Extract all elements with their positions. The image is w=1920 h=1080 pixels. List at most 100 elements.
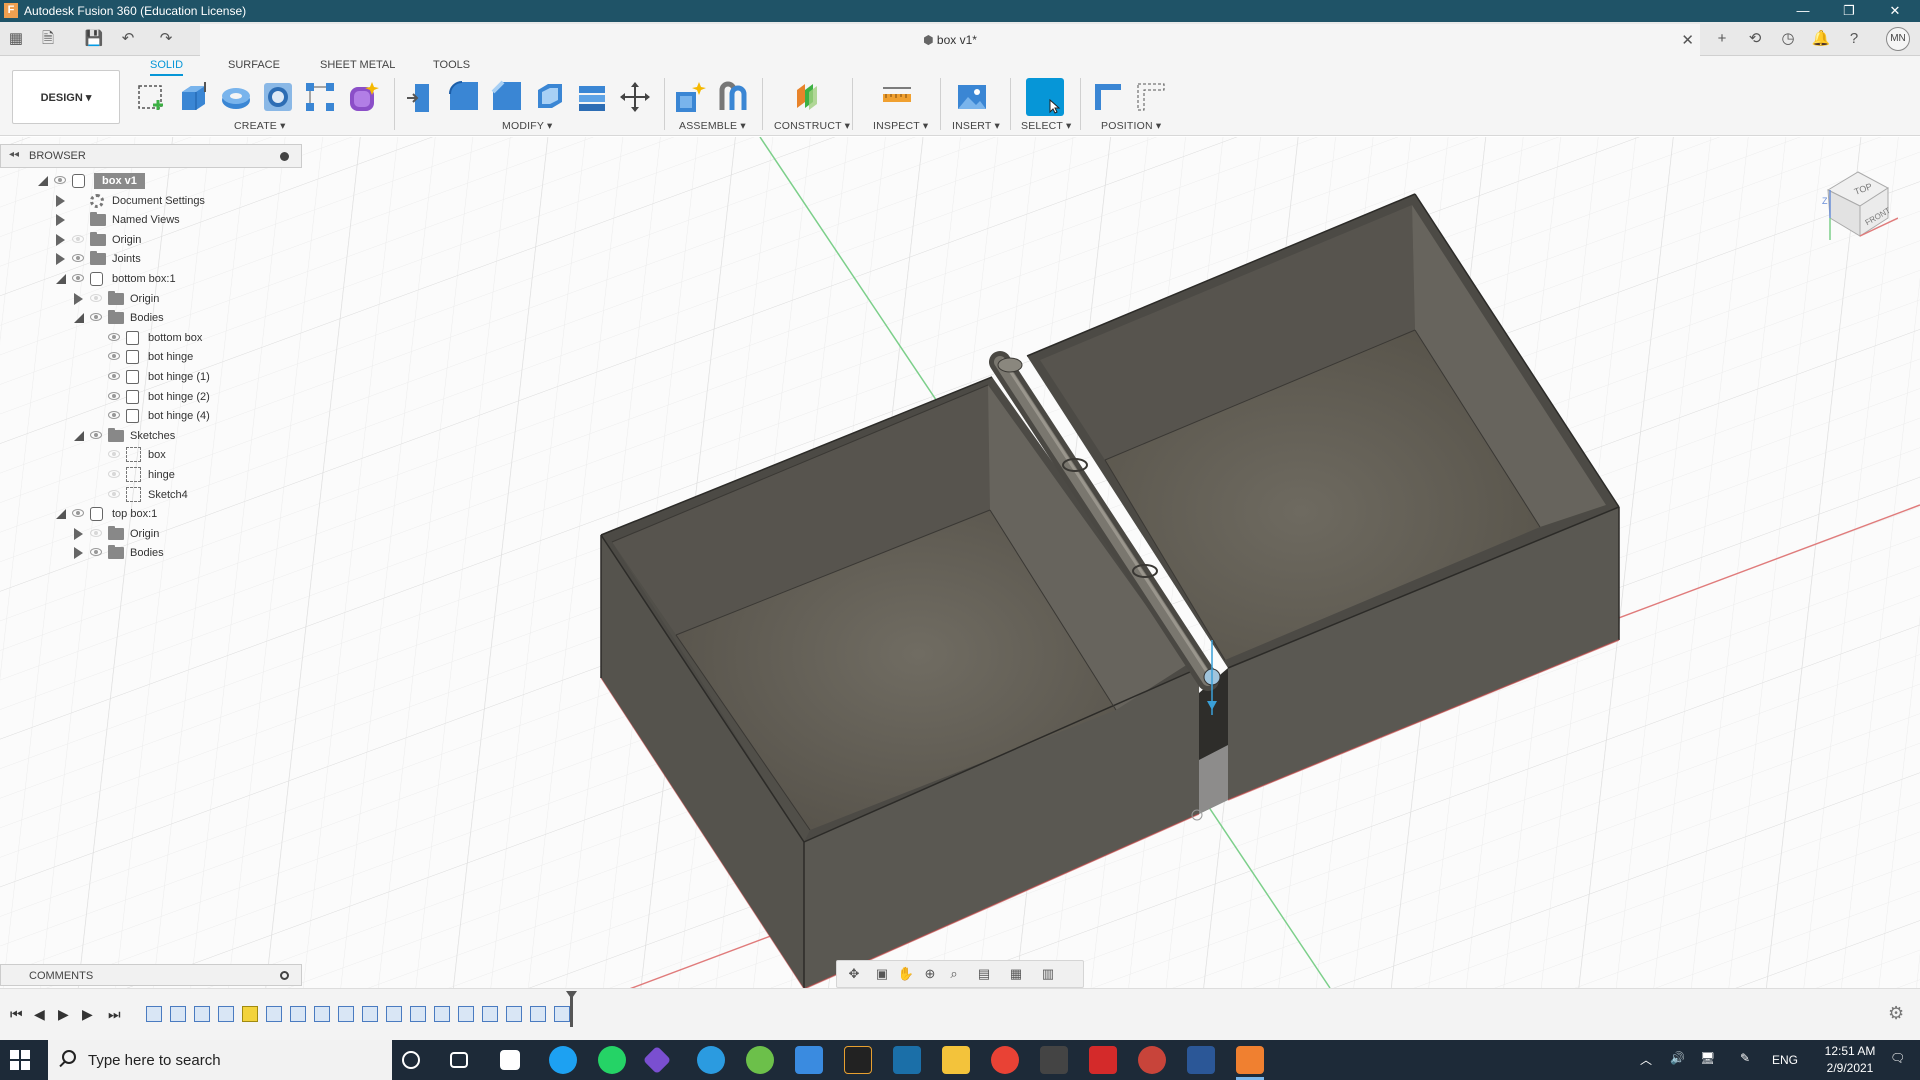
grid-settings-icon[interactable]: ▦ bbox=[1007, 966, 1025, 982]
file-explorer-icon[interactable] bbox=[942, 1046, 970, 1074]
modify-group-label[interactable]: MODIFY ▾ bbox=[502, 120, 552, 132]
assemble-group-label[interactable]: ASSEMBLE ▾ bbox=[679, 120, 746, 132]
visibility-eye-icon[interactable] bbox=[72, 274, 84, 282]
timeline-feature-icon[interactable] bbox=[482, 1006, 498, 1022]
position-group-label[interactable]: POSITION ▾ bbox=[1101, 120, 1161, 132]
task-view-icon[interactable] bbox=[450, 1052, 468, 1068]
zoom-icon[interactable]: ⊕ bbox=[921, 966, 939, 982]
add-comment-icon[interactable] bbox=[280, 971, 289, 980]
browser-item[interactable]: Sketch4 bbox=[0, 485, 300, 505]
whatsapp-icon[interactable] bbox=[598, 1046, 626, 1074]
browser-item[interactable]: top box:1 bbox=[0, 504, 300, 524]
select-icon[interactable] bbox=[1026, 78, 1064, 116]
timeline-marker[interactable] bbox=[570, 995, 573, 1027]
pen-icon[interactable]: ✎ bbox=[1740, 1051, 1750, 1065]
app-icon[interactable] bbox=[642, 1045, 672, 1075]
browser-item[interactable]: Document Settings bbox=[0, 191, 300, 211]
collapsed-arrow-icon[interactable] bbox=[56, 233, 65, 246]
revolve-icon[interactable] bbox=[219, 80, 253, 114]
browser-item[interactable]: Named Views bbox=[0, 210, 300, 230]
browser-item[interactable]: bot hinge (2) bbox=[0, 387, 300, 407]
timeline-play-icon[interactable]: ▶ bbox=[58, 1006, 69, 1023]
create-group-label[interactable]: CREATE ▾ bbox=[234, 120, 286, 132]
job-status-icon[interactable]: ◷ bbox=[1778, 30, 1798, 48]
timeline-feature-icon[interactable] bbox=[146, 1006, 162, 1022]
workspace-switcher[interactable]: DESIGN ▾ bbox=[12, 70, 120, 124]
select-group-label[interactable]: SELECT ▾ bbox=[1021, 120, 1071, 132]
create-sketch-icon[interactable] bbox=[135, 80, 169, 114]
document-tab[interactable]: ⬢ box v1* ✕ bbox=[200, 24, 1700, 56]
user-avatar[interactable]: MN bbox=[1886, 27, 1910, 51]
browser-item[interactable]: Joints bbox=[0, 249, 300, 269]
insert-group-label[interactable]: INSERT ▾ bbox=[952, 120, 1000, 132]
timeline-feature-icon[interactable] bbox=[338, 1006, 354, 1022]
measure-icon[interactable] bbox=[880, 80, 914, 114]
insert-image-icon[interactable] bbox=[955, 80, 989, 114]
browser-item[interactable]: hinge bbox=[0, 465, 300, 485]
inspect-group-label[interactable]: INSPECT ▾ bbox=[873, 120, 928, 132]
tab-surface[interactable]: SURFACE bbox=[228, 59, 280, 71]
hole-icon[interactable] bbox=[261, 80, 295, 114]
timeline-next-icon[interactable]: ▶ bbox=[82, 1006, 93, 1023]
notifications-icon[interactable]: 🔔 bbox=[1811, 30, 1831, 48]
visibility-eye-icon[interactable] bbox=[90, 528, 102, 537]
mail-icon[interactable] bbox=[795, 1046, 823, 1074]
shell-icon[interactable] bbox=[532, 80, 566, 114]
collapsed-arrow-icon[interactable] bbox=[74, 292, 83, 305]
expanded-arrow-icon[interactable] bbox=[74, 430, 84, 441]
browser-item[interactable]: Origin bbox=[0, 524, 300, 544]
browser-item[interactable]: box v1 bbox=[0, 171, 300, 191]
timeline-feature-icon[interactable] bbox=[290, 1006, 306, 1022]
timeline-feature-icon[interactable] bbox=[434, 1006, 450, 1022]
word-icon[interactable] bbox=[1187, 1046, 1215, 1074]
clock-date[interactable]: 2/9/2021 bbox=[1820, 1061, 1880, 1075]
app-icon[interactable] bbox=[746, 1046, 774, 1074]
visibility-eye-icon[interactable] bbox=[72, 254, 84, 263]
pattern-icon[interactable] bbox=[303, 80, 337, 114]
display-settings-icon[interactable]: ▤ bbox=[975, 966, 993, 982]
timeline-feature-icon[interactable] bbox=[170, 1006, 186, 1022]
file-menu-icon[interactable]: 🗎 bbox=[38, 30, 58, 48]
expanded-arrow-icon[interactable] bbox=[56, 509, 66, 520]
undo-icon[interactable]: ↶ bbox=[118, 30, 138, 48]
visibility-eye-icon[interactable] bbox=[108, 450, 120, 459]
browser-item[interactable]: Sketches bbox=[0, 426, 300, 446]
browser-item[interactable]: Origin bbox=[0, 289, 300, 309]
timeline-feature-icon[interactable] bbox=[554, 1006, 570, 1022]
edge-browser-icon[interactable] bbox=[697, 1046, 725, 1074]
app-icon[interactable] bbox=[1040, 1046, 1068, 1074]
expanded-arrow-icon[interactable] bbox=[38, 176, 48, 186]
tray-overflow-icon[interactable]: ︿ bbox=[1640, 1051, 1652, 1068]
timeline-feature-icon[interactable] bbox=[386, 1006, 402, 1022]
joint-icon[interactable] bbox=[716, 80, 750, 114]
redo-icon[interactable]: ↷ bbox=[156, 30, 176, 48]
browser-item[interactable]: bot hinge bbox=[0, 347, 300, 367]
browser-pin-icon[interactable] bbox=[280, 152, 289, 161]
revert-position-icon[interactable] bbox=[1134, 80, 1168, 114]
tab-sheet-metal[interactable]: SHEET METAL bbox=[320, 59, 395, 71]
timeline-feature-icon[interactable] bbox=[314, 1006, 330, 1022]
construct-group-label[interactable]: CONSTRUCT ▾ bbox=[774, 120, 850, 132]
browser-item[interactable]: bottom box bbox=[0, 328, 300, 348]
browser-item[interactable]: bot hinge (4) bbox=[0, 406, 300, 426]
timeline-feature-icon[interactable] bbox=[410, 1006, 426, 1022]
browser-item[interactable]: Bodies bbox=[0, 543, 300, 563]
chrome-icon[interactable] bbox=[991, 1046, 1019, 1074]
visibility-eye-icon[interactable] bbox=[90, 548, 102, 557]
browser-item[interactable]: Bodies bbox=[0, 308, 300, 328]
move-copy-icon[interactable] bbox=[618, 80, 652, 114]
fit-icon[interactable]: ⌕ bbox=[945, 966, 963, 982]
fillet-icon[interactable] bbox=[446, 80, 480, 114]
help-icon[interactable]: ? bbox=[1844, 30, 1864, 48]
create-form-icon[interactable] bbox=[345, 80, 379, 114]
timeline-last-icon[interactable]: ⏭ bbox=[108, 1006, 121, 1023]
maximize-button[interactable]: ❐ bbox=[1826, 0, 1872, 22]
visibility-eye-icon[interactable] bbox=[108, 352, 120, 361]
orbit-icon[interactable]: ✥ bbox=[845, 966, 863, 982]
offset-plane-icon[interactable] bbox=[791, 80, 825, 114]
expanded-arrow-icon[interactable] bbox=[74, 313, 84, 324]
steam-icon[interactable] bbox=[893, 1046, 921, 1074]
taskbar-search[interactable]: Type here to search bbox=[48, 1040, 392, 1080]
windows-start-icon[interactable] bbox=[10, 1050, 30, 1070]
browser-item[interactable]: box bbox=[0, 445, 300, 465]
